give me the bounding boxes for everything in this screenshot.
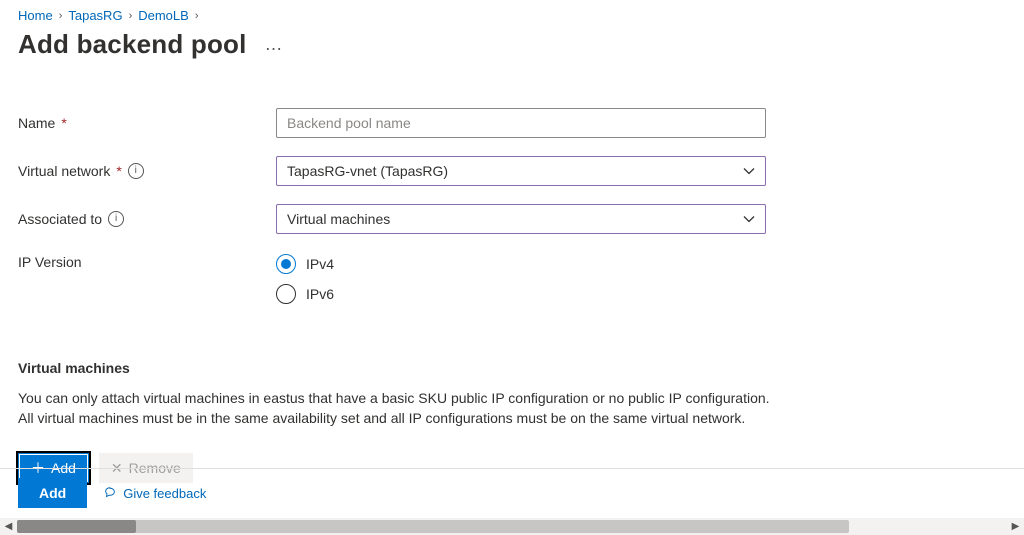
required-indicator: * bbox=[61, 115, 66, 131]
virtual-network-select[interactable]: TapasRG-vnet (TapasRG) bbox=[276, 156, 766, 186]
more-actions-button[interactable]: … bbox=[265, 34, 285, 55]
scroll-right-arrow-icon[interactable]: ▶ bbox=[1007, 518, 1024, 535]
scrollbar-track[interactable] bbox=[17, 518, 1007, 535]
required-indicator: * bbox=[116, 163, 121, 179]
chevron-right-icon: › bbox=[195, 10, 199, 22]
associated-to-selected-value: Virtual machines bbox=[287, 211, 390, 227]
radio-unselected-icon bbox=[276, 284, 296, 304]
associated-to-select[interactable]: Virtual machines bbox=[276, 204, 766, 234]
ip-version-ipv4-label: IPv4 bbox=[306, 256, 334, 272]
feedback-icon bbox=[103, 486, 117, 500]
ip-version-radio-group: IPv4 IPv6 bbox=[276, 252, 766, 304]
breadcrumb: Home › TapasRG › DemoLB › bbox=[18, 8, 1006, 23]
virtual-network-selected-value: TapasRG-vnet (TapasRG) bbox=[287, 163, 448, 179]
info-icon[interactable]: i bbox=[108, 211, 124, 227]
submit-add-button-label: Add bbox=[39, 485, 66, 501]
ip-version-ipv6-radio[interactable]: IPv6 bbox=[276, 284, 766, 304]
chevron-down-icon bbox=[743, 165, 755, 177]
page-title: Add backend pool bbox=[18, 29, 247, 60]
radio-selected-icon bbox=[276, 254, 296, 274]
chevron-right-icon: › bbox=[129, 10, 133, 22]
chevron-down-icon bbox=[743, 213, 755, 225]
breadcrumb-home[interactable]: Home bbox=[18, 8, 53, 23]
virtual-machines-description: You can only attach virtual machines in … bbox=[18, 388, 778, 429]
ip-version-ipv6-label: IPv6 bbox=[306, 286, 334, 302]
ip-version-ipv4-radio[interactable]: IPv4 bbox=[276, 254, 766, 274]
name-label: Name bbox=[18, 115, 55, 131]
info-icon[interactable]: i bbox=[128, 163, 144, 179]
breadcrumb-demolb[interactable]: DemoLB bbox=[138, 8, 189, 23]
name-input[interactable] bbox=[276, 108, 766, 138]
scroll-left-arrow-icon[interactable]: ◀ bbox=[0, 518, 17, 535]
virtual-machines-heading: Virtual machines bbox=[18, 360, 1006, 376]
breadcrumb-tapasrg[interactable]: TapasRG bbox=[68, 8, 122, 23]
chevron-right-icon: › bbox=[59, 10, 63, 22]
scrollbar-thumb[interactable] bbox=[17, 520, 849, 533]
footer-divider bbox=[0, 468, 1024, 469]
virtual-network-label: Virtual network bbox=[18, 163, 110, 179]
associated-to-label: Associated to bbox=[18, 211, 102, 227]
give-feedback-link[interactable]: Give feedback bbox=[103, 486, 206, 501]
give-feedback-label: Give feedback bbox=[123, 486, 206, 501]
horizontal-scrollbar[interactable]: ◀ ▶ bbox=[0, 518, 1024, 535]
scrollbar-thumb-end[interactable] bbox=[17, 520, 136, 533]
submit-add-button[interactable]: Add bbox=[18, 478, 87, 508]
ip-version-label: IP Version bbox=[18, 254, 82, 270]
